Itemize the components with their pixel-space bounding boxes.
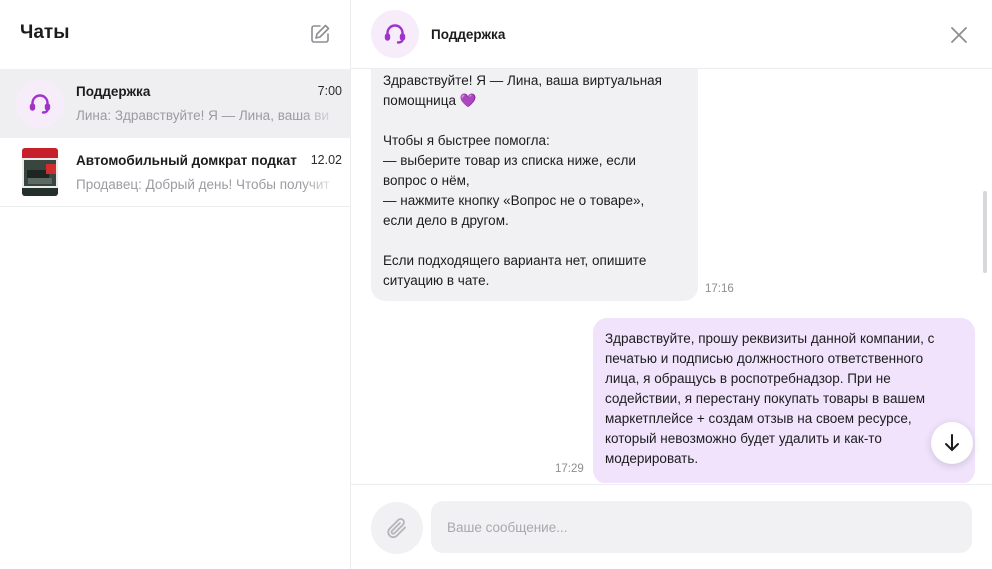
chat-list-sidebar: Чаты Поддержка 7:00 Лина: Здравствуйте! … xyxy=(0,0,351,569)
chat-time: 7:00 xyxy=(317,84,342,98)
chat-item-product[interactable]: Автомобильный домкрат подкат 12.02 Прода… xyxy=(0,138,350,207)
support-avatar xyxy=(371,10,419,58)
chat-item-support[interactable]: Поддержка 7:00 Лина: Здравствуйте! Я — Л… xyxy=(0,69,350,138)
message-input[interactable] xyxy=(431,501,972,553)
sidebar-header: Чаты xyxy=(0,0,350,68)
message-time: 17:29 xyxy=(555,463,584,475)
support-avatar xyxy=(16,80,64,128)
outgoing-message: Здравствуйте, прошу реквизиты данной ком… xyxy=(593,318,975,483)
incoming-message: Здравствуйте! Я — Лина, ваша виртуальная… xyxy=(371,69,698,301)
peer-name: Поддержка xyxy=(431,27,506,42)
product-thumbnail xyxy=(22,148,58,196)
message-composer xyxy=(351,484,992,569)
scrollbar[interactable] xyxy=(983,191,987,273)
chat-time: 12.02 xyxy=(310,153,342,167)
chat-preview-text: Лина: Здравствуйте! Я — Лина, ваша ви xyxy=(76,108,330,123)
message-text: Здравствуйте! Я — Лина, ваша виртуальная… xyxy=(383,73,662,108)
purple-heart-emoji: 💜 xyxy=(459,93,477,108)
compose-icon[interactable] xyxy=(306,20,334,48)
chat-preview: Лина: Здравствуйте! Я — Лина, ваша ви xyxy=(76,108,342,123)
close-icon[interactable] xyxy=(948,24,970,46)
message-list[interactable]: Здравствуйте! Я — Лина, ваша виртуальная… xyxy=(351,69,992,483)
arrow-down-icon xyxy=(945,434,959,451)
conversation-panel: Поддержка Здравствуйте! Я — Лина, ваша в… xyxy=(351,0,992,569)
message-time: 17:16 xyxy=(705,283,734,295)
message-text: Чтобы я быстрее помогла: — выберите това… xyxy=(383,133,647,288)
headset-icon xyxy=(29,94,51,114)
chat-name: Автомобильный домкрат подкат xyxy=(76,153,297,168)
chat-name: Поддержка xyxy=(76,84,151,99)
sidebar-title: Чаты xyxy=(20,22,70,43)
headset-icon xyxy=(384,24,406,44)
chat-window: Чаты Поддержка 7:00 Лина: Здравствуйте! … xyxy=(0,0,992,569)
conversation-header: Поддержка xyxy=(351,0,992,69)
attach-button[interactable] xyxy=(371,502,423,554)
scroll-down-button[interactable] xyxy=(931,422,973,464)
chat-preview: Продавец: Добрый день! Чтобы получит xyxy=(76,177,342,192)
paperclip-icon xyxy=(387,518,406,539)
message-text: Здравствуйте, прошу реквизиты данной ком… xyxy=(605,331,935,466)
chat-preview-text: Продавец: Добрый день! Чтобы получит xyxy=(76,177,330,192)
